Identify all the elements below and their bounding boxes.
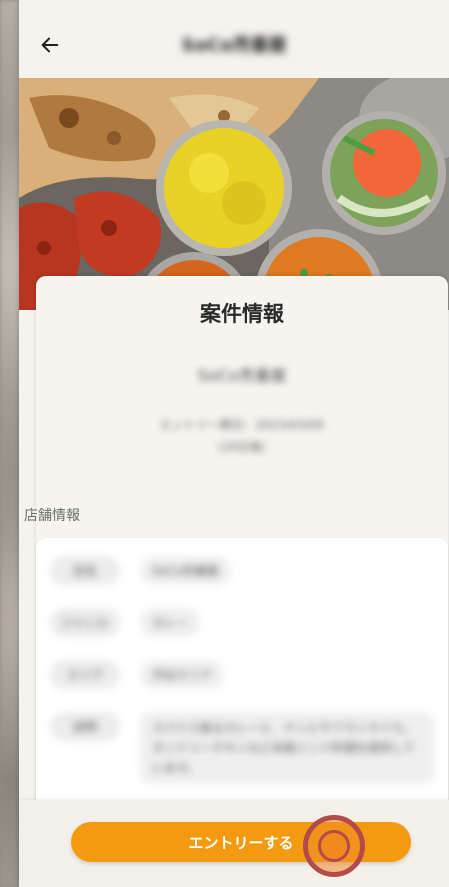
info-key: ジャンル <box>50 608 120 637</box>
shop-name: SoCo売番屋 <box>197 366 287 385</box>
info-row: エリア 渋谷エリア <box>50 660 434 689</box>
project-heading: 案件情報 <box>200 302 284 326</box>
info-key: エリア <box>50 660 120 689</box>
description-line-2: （20日後） <box>210 440 274 454</box>
info-key: 店名 <box>50 556 120 585</box>
page-title: SoCo売番屋 <box>181 35 287 56</box>
top-bar: SoCo売番屋 <box>19 0 449 78</box>
info-value: カレー <box>140 608 201 637</box>
info-row: ジャンル カレー <box>50 608 434 637</box>
info-row: 説明 スパイス香るカレーと、ナンとサフランライス。タンドリーチキンなど本格インド… <box>50 712 434 784</box>
info-value: SoCo売番屋 <box>140 556 231 585</box>
info-key: 説明 <box>50 712 120 741</box>
info-value: 渋谷エリア <box>140 660 225 689</box>
bottom-action-bar: エントリーする <box>19 800 449 887</box>
shop-description: エントリー期日：2023/03/05 （20日後） <box>96 414 388 458</box>
store-info-box: 店名 SoCo売番屋 ジャンル カレー エリア 渋谷エリア 説明 スパイス香るカ… <box>36 538 448 828</box>
entry-button[interactable]: エントリーする <box>71 822 411 862</box>
store-info-label: 店舗情報 <box>24 508 80 524</box>
info-value: スパイス香るカレーと、ナンとサフランライス。タンドリーチキンなど本格インド料理を… <box>140 712 434 784</box>
description-line-1: エントリー期日：2023/03/05 <box>159 418 325 432</box>
info-row: 店名 SoCo売番屋 <box>50 556 434 585</box>
